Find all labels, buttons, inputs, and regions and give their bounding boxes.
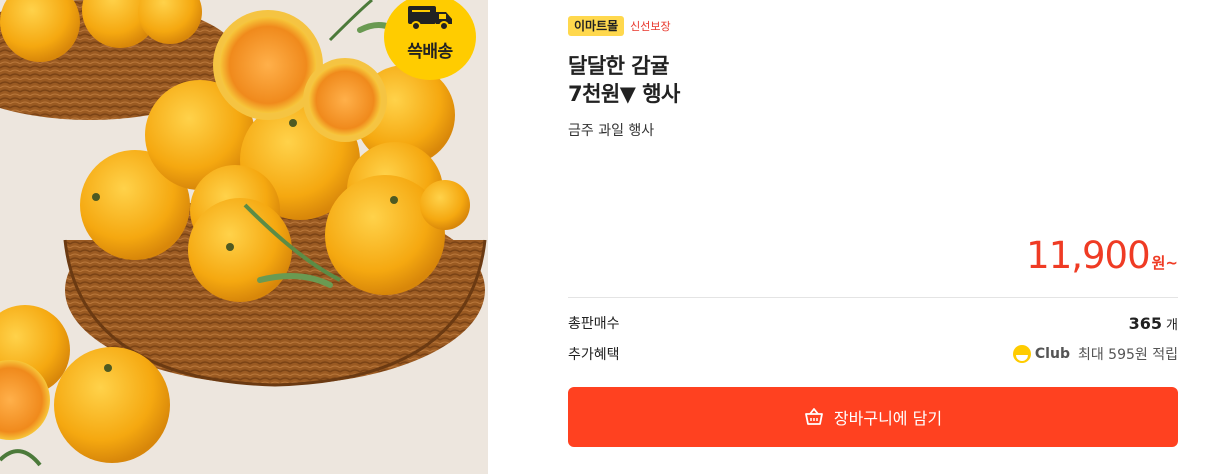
product-title[interactable]: 달달한 감귤 7천원▼ 행사: [568, 52, 680, 108]
product-info-panel: 이마트몰 신선보장 달달한 감귤 7천원▼ 행사 금주 과일 행사 11,900…: [568, 0, 1178, 474]
fresh-guarantee-label: 신선보장: [630, 20, 671, 33]
sold-count-label: 총판매수: [568, 316, 620, 332]
product-title-line1: 달달한 감귤: [568, 54, 669, 78]
sold-count-value: 365: [1128, 313, 1163, 333]
extra-benefit-row: 추가혜택 Club 최대 595원 적립: [568, 344, 1178, 364]
mall-badge: 이마트몰: [568, 16, 625, 36]
cart-basket-icon: [805, 408, 823, 425]
product-subtitle: 금주 과일 행사: [568, 123, 655, 139]
divider: [568, 297, 1178, 298]
extra-benefit-label: 추가혜택: [568, 347, 620, 363]
add-to-cart-button[interactable]: 장바구니에 담기: [568, 387, 1178, 447]
club-icon: [1012, 345, 1031, 363]
price-unit: 원~: [1151, 254, 1178, 272]
product-image: 쓱배송: [0, 0, 488, 474]
product-title-line2: 7천원▼ 행사: [568, 82, 680, 106]
price-value: 11,900: [1026, 234, 1150, 277]
club-reward-text: 최대 595원 적립: [1077, 347, 1178, 363]
club-name: Club: [1034, 346, 1070, 362]
ssg-delivery-label: 쓱배송: [407, 42, 453, 62]
sold-count-row: 총판매수 365 개: [568, 313, 1178, 333]
add-to-cart-label: 장바구니에 담기: [833, 409, 943, 428]
sold-count-unit: 개: [1166, 317, 1178, 333]
tag-row: 이마트몰 신선보장: [568, 16, 671, 36]
delivery-truck-icon: [408, 6, 452, 31]
product-price: 11,900 원~: [1026, 234, 1178, 277]
